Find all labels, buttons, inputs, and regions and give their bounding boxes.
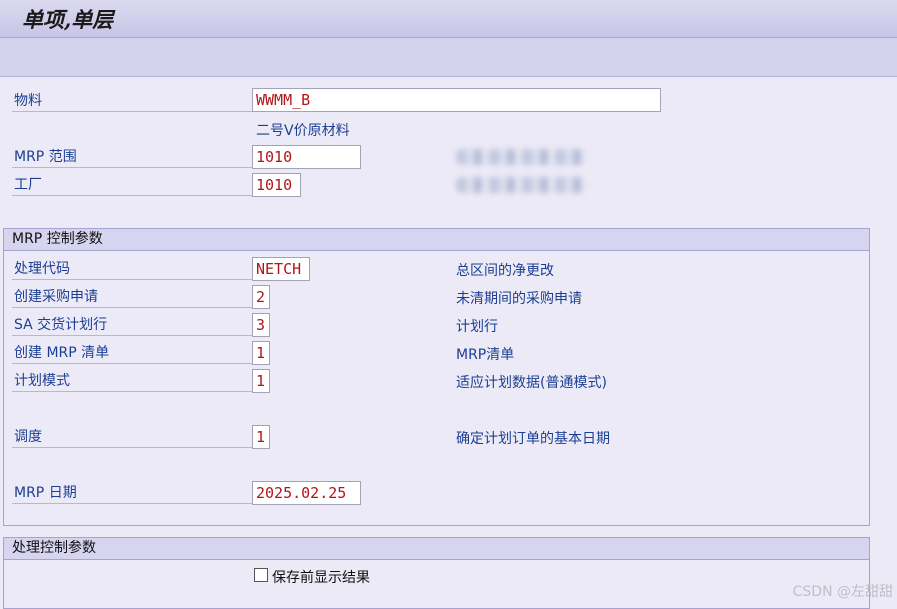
scheduling-input[interactable]: 1 (252, 425, 270, 449)
sa-schedule-lines-description: 计划行 (456, 319, 498, 335)
sa-schedule-lines-label: SA 交货计划行 (12, 314, 252, 336)
display-results-before-save-checkbox[interactable] (254, 568, 268, 582)
processing-key-input[interactable]: NETCH (252, 257, 310, 281)
material-label: 物料 (12, 90, 252, 112)
mrp-area-description-redacted (456, 149, 588, 165)
scheduling-label: 调度 (12, 426, 252, 448)
processing-key-label: 处理代码 (12, 258, 252, 280)
processing-control-group: 处理控制参数 (3, 537, 870, 609)
material-description: 二号V价原材料 (256, 123, 350, 139)
create-purchase-req-description: 未清期间的采购申请 (456, 291, 582, 307)
create-purchase-req-input[interactable]: 2 (252, 285, 270, 309)
plant-input[interactable]: 1010 (252, 173, 301, 197)
planning-mode-description: 适应计划数据(普通模式) (456, 375, 607, 391)
create-mrp-list-input[interactable]: 1 (252, 341, 270, 365)
mrp-area-input[interactable]: 1010 (252, 145, 361, 169)
scheduling-description: 确定计划订单的基本日期 (456, 431, 610, 447)
window-title: 单项,单层 (22, 7, 114, 32)
material-input[interactable]: WWMM_B (252, 88, 661, 112)
plant-description-redacted (456, 177, 588, 193)
mrp-area-label: MRP 范围 (12, 146, 252, 168)
sa-schedule-lines-input[interactable]: 3 (252, 313, 270, 337)
application-toolbar (0, 38, 897, 77)
display-results-before-save-label[interactable]: 保存前显示结果 (272, 567, 370, 587)
create-mrp-list-label: 创建 MRP 清单 (12, 342, 252, 364)
planning-mode-input[interactable]: 1 (252, 369, 270, 393)
mrp-control-group-title: MRP 控制参数 (4, 229, 869, 251)
create-mrp-list-description: MRP清单 (456, 347, 515, 363)
planning-mode-label: 计划模式 (12, 370, 252, 392)
processing-control-group-title: 处理控制参数 (4, 538, 869, 560)
mrp-date-input[interactable]: 2025.02.25 (252, 481, 361, 505)
plant-label: 工厂 (12, 174, 252, 196)
create-purchase-req-label: 创建采购申请 (12, 286, 252, 308)
mrp-date-label: MRP 日期 (12, 482, 252, 504)
title-bar: 单项,单层 (0, 0, 897, 38)
watermark: CSDN @左甜甜 (792, 584, 893, 600)
processing-key-description: 总区间的净更改 (456, 263, 554, 279)
